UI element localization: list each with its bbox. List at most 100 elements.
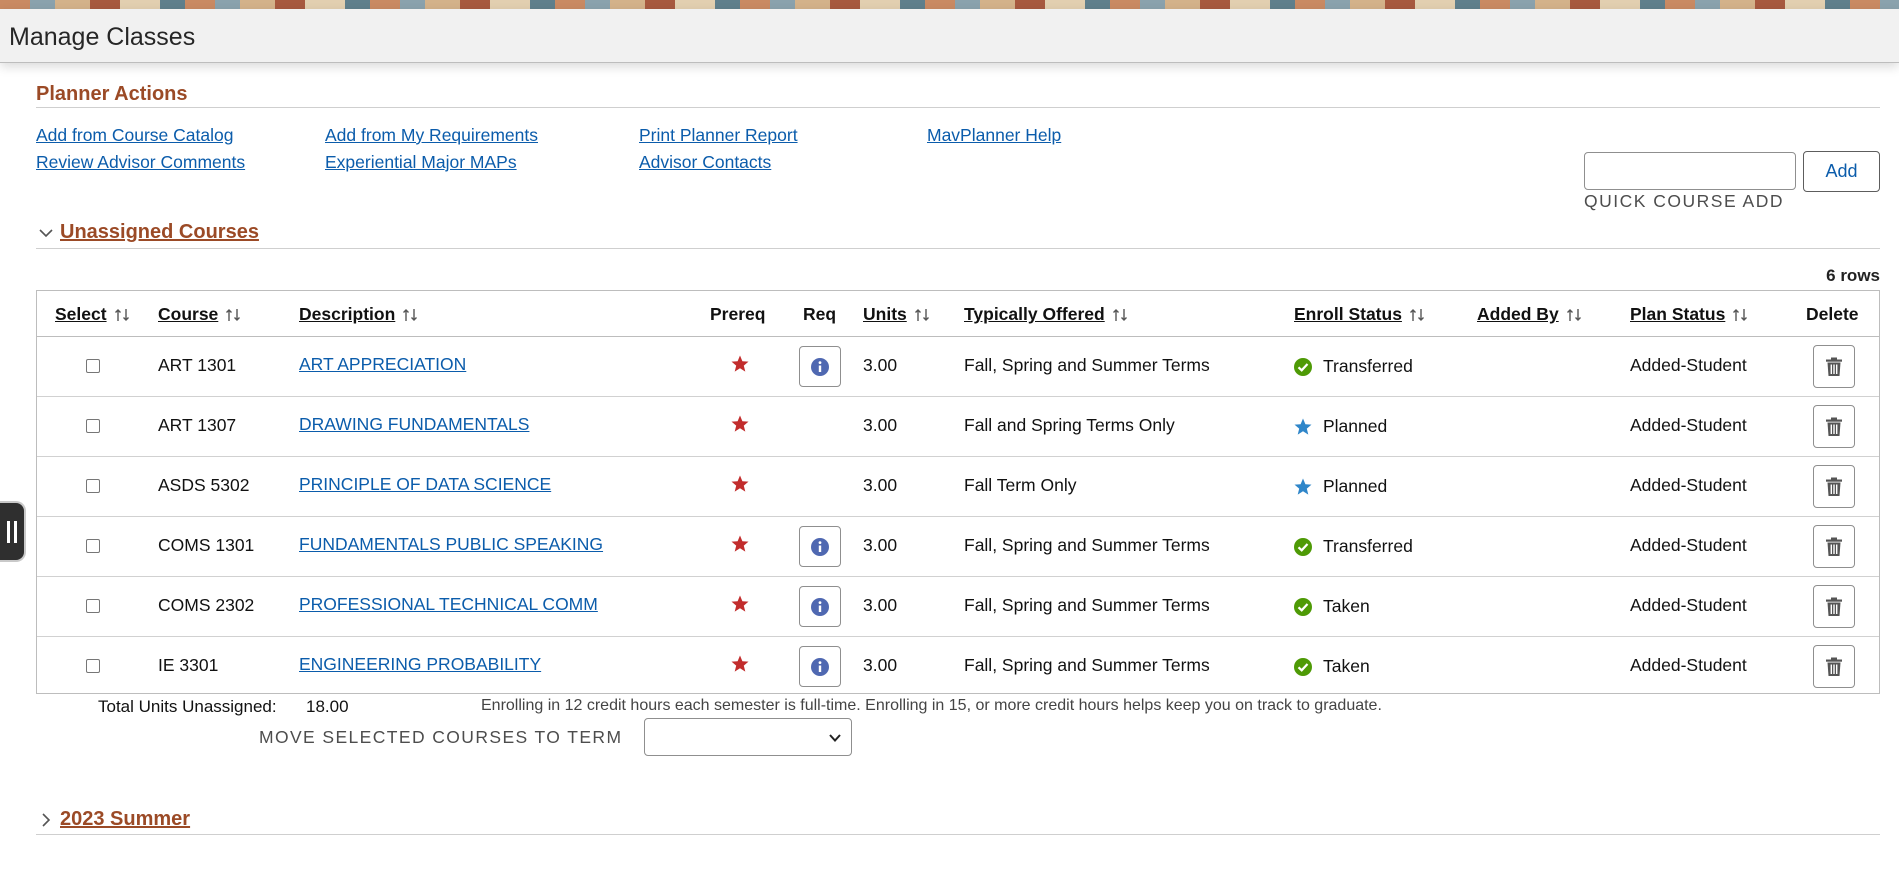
units-value: 3.00	[863, 655, 898, 675]
header-enroll-status[interactable]: Enroll Status	[1294, 304, 1425, 325]
add-from-my-requirements-link[interactable]: Add from My Requirements	[325, 125, 538, 146]
plan-status: Added-Student	[1630, 655, 1747, 675]
quick-course-add-input[interactable]	[1584, 152, 1796, 190]
page-title: Manage Classes	[9, 23, 196, 51]
planner-actions-title: Planner Actions	[36, 83, 188, 105]
header-plan-status[interactable]: Plan Status	[1630, 304, 1748, 325]
unassigned-divider	[36, 248, 1880, 249]
planner-actions-divider	[36, 107, 1880, 108]
units-value: 3.00	[863, 595, 898, 615]
plan-status: Added-Student	[1630, 475, 1747, 495]
typically-offered: Fall, Spring and Summer Terms	[964, 355, 1210, 375]
course-code: IE 3301	[158, 655, 219, 675]
plan-status: Added-Student	[1630, 595, 1747, 615]
header-banner-image	[0, 0, 1899, 9]
info-icon	[811, 597, 829, 616]
mavplanner-help-link[interactable]: MavPlanner Help	[927, 125, 1061, 146]
info-icon	[811, 657, 829, 676]
delete-button[interactable]	[1813, 585, 1855, 628]
course-code: COMS 2302	[158, 595, 255, 615]
delete-button[interactable]	[1813, 645, 1855, 688]
info-icon	[811, 357, 829, 376]
sort-icon	[226, 308, 241, 321]
trash-icon	[1826, 417, 1842, 436]
typically-offered: Fall, Spring and Summer Terms	[964, 535, 1210, 555]
total-units-label: Total Units Unassigned:	[98, 697, 277, 716]
delete-button[interactable]	[1813, 345, 1855, 388]
header-units[interactable]: Units	[863, 304, 930, 325]
grip-bar-icon	[14, 520, 17, 543]
course-description-link[interactable]: PROFESSIONAL TECHNICAL COMM	[299, 594, 598, 615]
unassigned-courses-title: Unassigned Courses	[60, 221, 259, 243]
enroll-status: Transferred	[1323, 356, 1413, 376]
grid-header: Select Course Description Prereq Req Uni…	[37, 291, 1879, 337]
header-course[interactable]: Course	[158, 304, 241, 325]
delete-button[interactable]	[1813, 525, 1855, 568]
sort-icon	[403, 308, 418, 321]
trash-icon	[1826, 357, 1842, 376]
term-divider	[36, 834, 1880, 835]
select-checkbox[interactable]	[86, 539, 100, 553]
unassigned-courses-grid: Select Course Description Prereq Req Uni…	[36, 290, 1880, 694]
course-description-link[interactable]: PRINCIPLE OF DATA SCIENCE	[299, 474, 551, 495]
chevron-down-icon	[39, 228, 53, 237]
course-code: ART 1301	[158, 355, 237, 375]
course-description-link[interactable]: FUNDAMENTALS PUBLIC SPEAKING	[299, 534, 603, 555]
sort-icon	[1112, 308, 1127, 321]
prereq-star-icon	[731, 415, 749, 432]
units-value: 3.00	[863, 355, 898, 375]
sort-icon	[1566, 308, 1581, 321]
quick-add-button[interactable]: Add	[1803, 151, 1880, 192]
print-planner-report-link[interactable]: Print Planner Report	[639, 125, 798, 146]
delete-button[interactable]	[1813, 465, 1855, 508]
course-description-link[interactable]: DRAWING FUNDAMENTALS	[299, 414, 529, 435]
total-units-value: 18.00	[306, 697, 349, 716]
side-panel-handle[interactable]	[0, 501, 26, 562]
trash-icon	[1826, 597, 1842, 616]
check-circle-icon	[1294, 658, 1312, 676]
planned-star-icon	[1294, 478, 1312, 495]
header-select[interactable]: Select	[55, 304, 130, 325]
header-delete: Delete	[1806, 304, 1859, 324]
req-info-button[interactable]	[799, 646, 841, 687]
course-code: ASDS 5302	[158, 475, 250, 495]
header-typically-offered[interactable]: Typically Offered	[964, 304, 1128, 325]
sort-icon	[914, 308, 929, 321]
trash-icon	[1826, 657, 1842, 676]
course-description-link[interactable]: ENGINEERING PROBABILITY	[299, 654, 541, 675]
experiential-major-maps-link[interactable]: Experiential Major MAPs	[325, 152, 517, 173]
header-added-by[interactable]: Added By	[1477, 304, 1582, 325]
page-header: Manage Classes	[0, 9, 1899, 63]
unassigned-courses-toggle[interactable]: Unassigned Courses	[38, 221, 259, 244]
select-checkbox[interactable]	[86, 479, 100, 493]
review-advisor-comments-link[interactable]: Review Advisor Comments	[36, 152, 245, 173]
term-2023-summer-toggle[interactable]: 2023 Summer	[38, 808, 190, 831]
table-row: ART 1307 DRAWING FUNDAMENTALS 3.00 Fall and…	[37, 397, 1879, 457]
table-row: COMS 1301 FUNDAMENTALS PUBLIC SPEAKING 3.0…	[37, 517, 1879, 577]
select-checkbox[interactable]	[86, 659, 100, 673]
select-checkbox[interactable]	[86, 359, 100, 373]
units-value: 3.00	[863, 475, 898, 495]
enroll-status: Planned	[1323, 416, 1388, 436]
enroll-status: Taken	[1323, 656, 1370, 676]
select-checkbox[interactable]	[86, 419, 100, 433]
delete-button[interactable]	[1813, 405, 1855, 448]
req-info-button[interactable]	[799, 586, 841, 627]
typically-offered: Fall and Spring Terms Only	[964, 415, 1175, 435]
header-description[interactable]: Description	[299, 304, 418, 325]
check-circle-icon	[1294, 358, 1312, 376]
units-value: 3.00	[863, 415, 898, 435]
advisor-contacts-link[interactable]: Advisor Contacts	[639, 152, 771, 173]
typically-offered: Fall, Spring and Summer Terms	[964, 655, 1210, 675]
select-checkbox[interactable]	[86, 599, 100, 613]
req-info-button[interactable]	[799, 346, 841, 387]
move-to-term-label: MOVE SELECTED COURSES TO TERM	[259, 727, 623, 747]
course-description-link[interactable]: ART APPRECIATION	[299, 354, 466, 375]
req-info-button[interactable]	[799, 526, 841, 567]
trash-icon	[1826, 477, 1842, 496]
term-select-dropdown[interactable]	[644, 718, 852, 756]
add-from-course-catalog-link[interactable]: Add from Course Catalog	[36, 125, 233, 146]
plan-status: Added-Student	[1630, 415, 1747, 435]
table-row: ART 1301 ART APPRECIATION 3.00 Fall, Spring…	[37, 337, 1879, 397]
plan-status: Added-Student	[1630, 355, 1747, 375]
